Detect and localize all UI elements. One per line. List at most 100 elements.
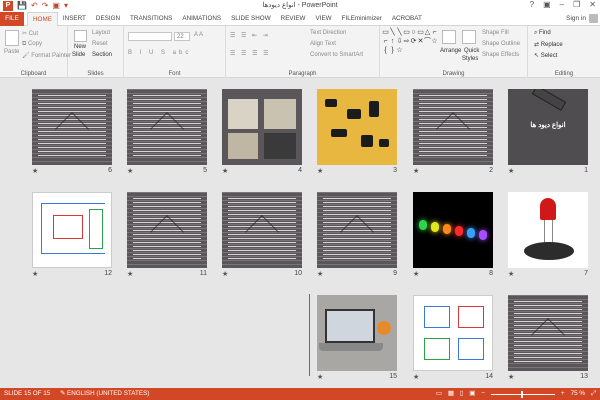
convert-smartart-button[interactable]: Convert to SmartArt	[310, 52, 363, 58]
quick-styles-button-line2[interactable]: Styles	[462, 56, 478, 62]
slide-thumbnail-6[interactable]: ★ 6	[32, 89, 112, 175]
slide-thumbnail-4[interactable]: ★ 4	[222, 89, 302, 175]
animation-star-icon[interactable]: ★	[317, 373, 323, 381]
paste-button[interactable]: Paste	[4, 49, 19, 55]
cut-button[interactable]: ✂ Cut	[22, 30, 38, 37]
slide-thumbnail-2[interactable]: ★ 2	[413, 89, 493, 175]
animation-star-icon[interactable]: ★	[32, 167, 38, 175]
animation-star-icon[interactable]: ★	[413, 373, 419, 381]
sign-in-link[interactable]: Sign in	[566, 12, 586, 26]
tab-file[interactable]: FILE	[0, 12, 24, 26]
text-direction-button[interactable]: Text Direction	[310, 30, 346, 36]
find-button[interactable]: ⌕ Find	[534, 30, 551, 37]
scissors-icon: ✂	[22, 31, 28, 37]
align-text-button[interactable]: Align Text	[310, 41, 336, 47]
fit-to-window-icon[interactable]: ⤢	[591, 388, 596, 400]
quick-styles-icon[interactable]	[462, 30, 476, 44]
slide-thumbnail-10[interactable]: ★ 10	[222, 192, 302, 278]
slides-label: Slides	[87, 71, 104, 77]
shape-effects-button[interactable]: Shape Effects	[482, 52, 519, 58]
minimize-button[interactable]: –	[560, 0, 564, 9]
animation-star-icon[interactable]: ★	[413, 167, 419, 175]
layout-button[interactable]: Layout	[92, 30, 110, 36]
reading-view-icon[interactable]: ▯	[460, 388, 463, 400]
slide-thumbnail-11[interactable]: ★ 11	[127, 192, 207, 278]
font-size-buttons[interactable]: A A	[194, 32, 203, 38]
slide-thumbnail-8[interactable]: ★ 8	[413, 192, 493, 278]
tab-insert[interactable]: INSERT	[58, 12, 91, 26]
avatar[interactable]	[589, 14, 598, 23]
slide-thumbnail-3[interactable]: ★ 3	[317, 89, 397, 175]
animation-star-icon[interactable]: ★	[127, 167, 133, 175]
new-slide-icon[interactable]	[74, 30, 87, 42]
tab-transitions[interactable]: TRANSITIONS	[125, 12, 177, 26]
slide-thumbnail-12[interactable]: ★ 12	[32, 192, 112, 278]
align-buttons[interactable]: ☰ ☰ ☰ ☰	[230, 50, 271, 57]
title-bar: P 💾 ↶ ↷ ▣ ▾ انواع دیودها - PowerPoint ? …	[0, 0, 600, 12]
animation-star-icon[interactable]: ★	[508, 373, 514, 381]
zoom-out-button[interactable]: −	[481, 388, 485, 400]
new-slide-button[interactable]: New	[74, 44, 86, 50]
slide-thumbnail-15[interactable]: ★ 15	[317, 295, 397, 381]
slide-thumbnail-14[interactable]: ★ 14	[413, 295, 493, 381]
animation-star-icon[interactable]: ★	[508, 167, 514, 175]
zoom-level[interactable]: 75 %	[571, 388, 585, 400]
slide-thumbnail-5[interactable]: ★ 5	[127, 89, 207, 175]
shapes-gallery[interactable]: ▭ ╲ ╲ ▭ ○ ▭ △ ⌐ ⌐ ↑ ⇩ ⇨ ⟳ ✕ ⌒ ☆ {} ☆	[382, 28, 438, 56]
clipboard-group: Paste ✂ Cut ⧉ Copy 🖌 Format Painter Clip…	[0, 26, 71, 78]
tab-review[interactable]: REVIEW	[276, 12, 311, 26]
list-buttons[interactable]: ☰ ☰ ⇤ ⇥	[230, 32, 270, 39]
arrange-button[interactable]: Arrange	[440, 48, 461, 54]
animation-star-icon[interactable]: ★	[127, 270, 133, 278]
font-size-field[interactable]: 22	[174, 32, 190, 41]
slide-thumbnail-9[interactable]: ★ 9	[317, 192, 397, 278]
tab-animations[interactable]: ANIMATIONS	[177, 12, 226, 26]
animation-star-icon[interactable]: ★	[32, 270, 38, 278]
slide-thumbnail-7[interactable]: ★ 7	[508, 192, 588, 278]
format-painter-button[interactable]: 🖌 Format Painter	[22, 52, 71, 59]
animation-star-icon[interactable]: ★	[222, 167, 228, 175]
copy-button[interactable]: ⧉ Copy	[22, 41, 42, 48]
slide-number: 13	[580, 373, 588, 380]
normal-view-icon[interactable]: ▭	[436, 388, 442, 400]
tab-slide-show[interactable]: SLIDE SHOW	[226, 12, 276, 26]
tab-acrobat[interactable]: ACROBAT	[387, 12, 427, 26]
font-format-buttons[interactable]: B I U S abc	[128, 50, 191, 56]
paragraph-label: Paragraph	[288, 71, 317, 77]
diode-image	[531, 89, 567, 111]
slideshow-view-icon[interactable]: ▣	[469, 388, 475, 400]
zoom-in-button[interactable]: +	[561, 388, 565, 400]
animation-star-icon[interactable]: ★	[317, 167, 323, 175]
animation-star-icon[interactable]: ★	[317, 270, 323, 278]
restore-button[interactable]: ❐	[573, 0, 580, 9]
tab-design[interactable]: DESIGN	[91, 12, 125, 26]
help-button[interactable]: ?	[530, 0, 534, 9]
slide-thumbnail-1[interactable]: انواع دیود ها ★ 1	[508, 89, 588, 175]
animation-star-icon[interactable]: ★	[222, 270, 228, 278]
ribbon-display-options-icon[interactable]: ▣	[543, 0, 551, 9]
shape-fill-button[interactable]: Shape Fill	[482, 30, 509, 36]
language-indicator[interactable]: ✎ ENGLISH (UNITED STATES)	[60, 388, 149, 400]
tab-view[interactable]: VIEW	[311, 12, 337, 26]
select-button[interactable]: ↖ Select	[534, 52, 557, 59]
replace-button[interactable]: ⇄ Replace	[534, 41, 563, 48]
animation-star-icon[interactable]: ★	[413, 270, 419, 278]
zoom-slider[interactable]	[490, 390, 555, 398]
brush-icon: 🖌	[22, 53, 30, 59]
new-slide-button-line2[interactable]: Slide	[72, 52, 85, 58]
font-name-field[interactable]	[128, 32, 172, 41]
slide-thumbnail-13[interactable]: ★ 13	[508, 295, 588, 381]
animation-star-icon[interactable]: ★	[508, 270, 514, 278]
paste-icon[interactable]	[5, 30, 19, 46]
slide-sorter-view-icon[interactable]: ▦	[448, 388, 454, 400]
shape-outline-button[interactable]: Shape Outline	[482, 41, 520, 47]
arrange-icon[interactable]	[442, 30, 456, 44]
close-button[interactable]: ✕	[589, 0, 596, 9]
section-button[interactable]: Section	[92, 52, 112, 58]
reset-button[interactable]: Reset	[92, 41, 108, 47]
view-zoom-controls: ▭ ▦ ▯ ▣ − + 75 % ⤢	[436, 388, 596, 400]
quick-styles-button[interactable]: Quick	[464, 48, 479, 54]
tab-fileminimizer[interactable]: FILEminimizer	[337, 12, 387, 26]
tab-home[interactable]: HOME	[27, 12, 58, 26]
slide-number: 5	[203, 167, 207, 174]
